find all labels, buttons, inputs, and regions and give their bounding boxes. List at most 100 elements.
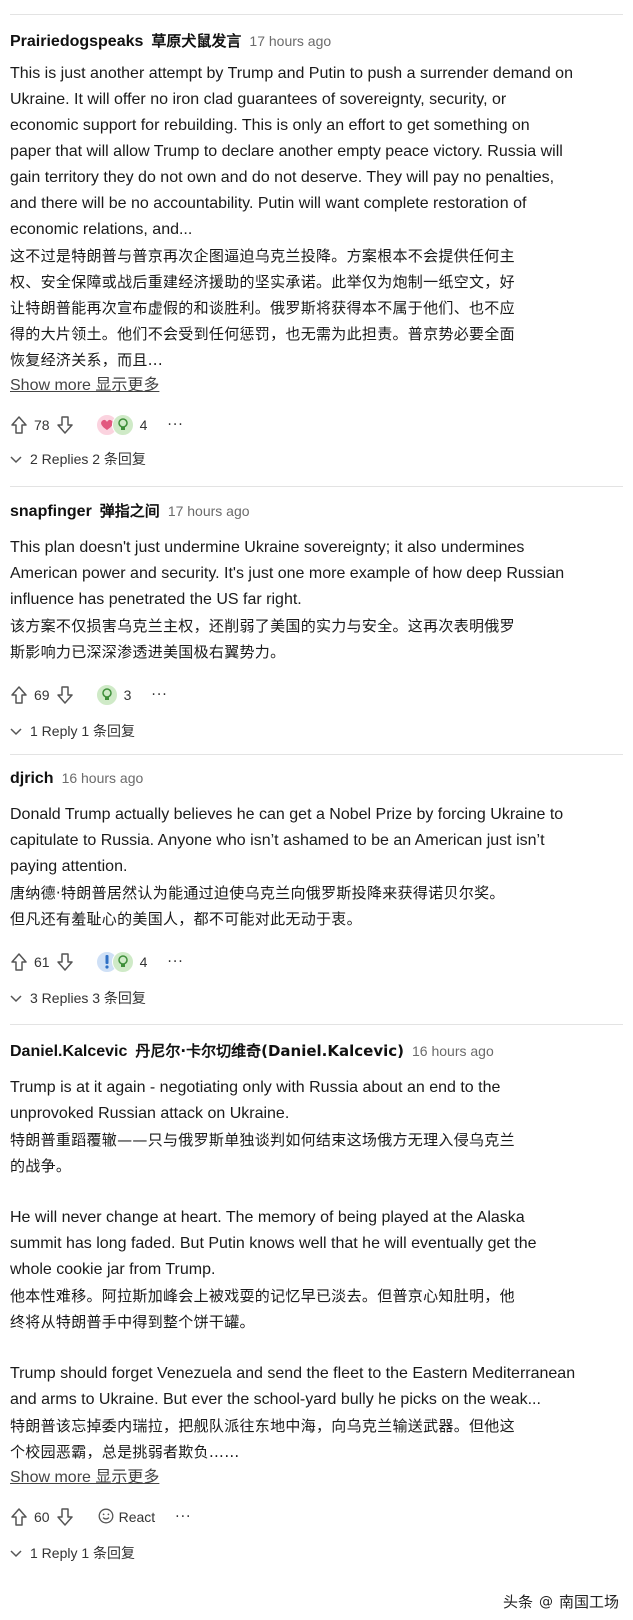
text-line: 这不过是特朗普与普京再次企图逼迫乌克兰投降。方案根本不会提供任何主 <box>10 247 515 265</box>
lightbulb-reaction-icon <box>95 684 118 706</box>
text-line: 但凡还有羞耻心的美国人，都不可能对此无动于衷。 <box>10 910 362 928</box>
divider <box>10 1024 623 1025</box>
more-options-icon[interactable]: ··· <box>175 1509 191 1525</box>
comment-text-cn: 特朗普重蹈覆辙——只与俄罗斯单独谈判如何结束这场俄方无理入侵乌克兰 的战争。 <box>10 1127 619 1179</box>
text-line: Donald Trump actually believes he can ge… <box>10 806 564 823</box>
watermark: 头条 @ 南国工场 <box>503 1591 619 1612</box>
text-line: American power and security. It's just o… <box>10 565 565 582</box>
text-line: summit has long faded. But Putin knows w… <box>10 1235 537 1252</box>
lightbulb-reaction-icon <box>111 951 134 973</box>
comment: Prairiedogspeaks 草原犬鼠发言 17 hours ago Thi… <box>10 30 619 469</box>
text-line: 特朗普重蹈覆辙——只与俄罗斯单独谈判如何结束这场俄方无理入侵乌克兰 <box>10 1131 515 1149</box>
chevron-down-icon <box>10 990 22 1006</box>
comment-text-cn: 该方案不仅损害乌克兰主权，还削弱了美国的实力与安全。这再次表明俄罗 斯影响力已深… <box>10 613 619 665</box>
divider <box>10 754 623 755</box>
comment-header: Daniel.Kalcevic 丹尼尔·卡尔切维奇(Daniel.Kalcevi… <box>10 1040 619 1061</box>
replies-label: 2 Replies 2 条回复 <box>30 451 146 467</box>
username[interactable]: Daniel.Kalcevic <box>10 1043 127 1061</box>
username[interactable]: djrich <box>10 770 54 788</box>
replies-label: 1 Reply 1 条回复 <box>30 1545 136 1561</box>
comment-text-cn: 他本性难移。阿拉斯加峰会上被戏耍的记忆早已淡去。但普京心知肚明，他 终将从特朗普… <box>10 1283 619 1335</box>
reaction-count: 3 <box>123 687 132 703</box>
username[interactable]: snapfinger <box>10 503 92 521</box>
chevron-down-icon <box>10 1545 22 1561</box>
upvote-arrow-icon[interactable] <box>10 415 28 435</box>
comment-body: Trump is at it again - negotiating only … <box>10 1075 619 1491</box>
downvote-arrow-icon[interactable] <box>56 952 74 972</box>
text-line: and there will be no accountability. Put… <box>10 195 527 212</box>
reactions[interactable]: 3 <box>95 684 132 706</box>
text-line: 唐纳德·特朗普居然认为能通过迫使乌克兰向俄罗斯投降来获得诺贝尔奖。 <box>10 884 505 902</box>
text-line: 特朗普该忘掉委内瑞拉，把舰队派往东地中海，向乌克兰输送武器。但他这 <box>10 1417 515 1435</box>
more-options-icon[interactable]: ··· <box>167 417 183 433</box>
comment-header: Prairiedogspeaks 草原犬鼠发言 17 hours ago <box>10 30 619 51</box>
timestamp[interactable]: 16 hours ago <box>412 1043 494 1059</box>
comment-text-cn: 特朗普该忘掉委内瑞拉，把舰队派往东地中海，向乌克兰输送武器。但他这 个校园恶霸，… <box>10 1413 619 1465</box>
upvote-arrow-icon[interactable] <box>10 1507 28 1527</box>
text-line: unprovoked Russian attack on Ukraine. <box>10 1105 290 1122</box>
comment: djrich 16 hours ago Donald Trump actuall… <box>10 770 619 1008</box>
react-label: React <box>118 1509 156 1525</box>
username-translation: 丹尼尔·卡尔切维奇(Daniel.Kalcevic) <box>135 1042 404 1060</box>
reaction-count: 4 <box>139 417 148 433</box>
downvote-arrow-icon[interactable] <box>56 685 74 705</box>
replies-toggle[interactable]: 2 Replies 2 条回复 <box>10 449 619 469</box>
reactions[interactable]: 4 <box>95 414 148 436</box>
lightbulb-reaction-icon <box>111 414 134 436</box>
comment: snapfinger 弹指之间 17 hours ago This plan d… <box>10 500 619 741</box>
reactions[interactable]: 4 <box>95 951 148 973</box>
text-line: 个校园恶霸，总是挑弱者欺负…… <box>10 1443 240 1461</box>
timestamp[interactable]: 17 hours ago <box>249 33 331 49</box>
vote-group: 69 <box>10 685 74 705</box>
timestamp[interactable]: 17 hours ago <box>168 503 250 519</box>
comment-text-cn: 唐纳德·特朗普居然认为能通过迫使乌克兰向俄罗斯投降来获得诺贝尔奖。 但凡还有羞耻… <box>10 880 619 932</box>
text-line: economic relations, and... <box>10 221 193 238</box>
show-more-link[interactable]: Show more 显示更多 <box>10 1465 159 1491</box>
comment-body: Donald Trump actually believes he can ge… <box>10 802 619 932</box>
more-options-icon[interactable]: ··· <box>167 954 183 970</box>
comment-actions: 60 React ··· <box>10 1503 619 1531</box>
text-line: capitulate to Russia. Anyone who isn’t a… <box>10 832 545 849</box>
replies-toggle[interactable]: 1 Reply 1 条回复 <box>10 721 619 741</box>
replies-label: 3 Replies 3 条回复 <box>30 990 146 1006</box>
text-line: 权、安全保障或战后重建经济援助的坚实承诺。此举仅为炮制一纸空文，好 <box>10 273 515 291</box>
username-translation: 草原犬鼠发言 <box>151 32 242 50</box>
text-line: 得的大片领土。他们不会受到任何惩罚，也无需为此担责。普京势必要全面 <box>10 325 515 343</box>
divider <box>10 486 623 487</box>
vote-group: 60 <box>10 1507 74 1527</box>
upvote-arrow-icon[interactable] <box>10 685 28 705</box>
vote-count: 78 <box>34 417 50 433</box>
text-line: and arms to Ukraine. But ever the school… <box>10 1391 541 1408</box>
comment-actions: 69 3 ··· <box>10 681 619 709</box>
downvote-arrow-icon[interactable] <box>56 1507 74 1527</box>
downvote-arrow-icon[interactable] <box>56 415 74 435</box>
text-line: He will never change at heart. The memor… <box>10 1209 525 1226</box>
text-line: 该方案不仅损害乌克兰主权，还削弱了美国的实力与安全。这再次表明俄罗 <box>10 617 515 635</box>
vote-count: 60 <box>34 1509 50 1525</box>
comment-body: This is just another attempt by Trump an… <box>10 61 619 399</box>
comment-text-en: Trump is at it again - negotiating only … <box>10 1075 619 1127</box>
replies-toggle[interactable]: 1 Reply 1 条回复 <box>10 1543 619 1563</box>
text-line: This plan doesn't just undermine Ukraine… <box>10 539 525 556</box>
show-more-link[interactable]: Show more 显示更多 <box>10 373 159 399</box>
comment-text-en: Donald Trump actually believes he can ge… <box>10 802 619 880</box>
text-line: 让特朗普能再次宣布虚假的和谈胜利。俄罗斯将获得本不属于他们、也不应 <box>10 299 515 317</box>
chevron-down-icon <box>10 723 22 739</box>
comment-text-en: He will never change at heart. The memor… <box>10 1205 619 1283</box>
reaction-count: 4 <box>139 954 148 970</box>
timestamp[interactable]: 16 hours ago <box>62 770 144 786</box>
comment-header: snapfinger 弹指之间 17 hours ago <box>10 500 619 521</box>
text-line: economic support for rebuilding. This is… <box>10 117 530 134</box>
smiley-icon <box>98 1508 114 1527</box>
react-button[interactable]: React <box>98 1508 156 1527</box>
username[interactable]: Prairiedogspeaks <box>10 33 143 51</box>
upvote-arrow-icon[interactable] <box>10 952 28 972</box>
replies-toggle[interactable]: 3 Replies 3 条回复 <box>10 988 619 1008</box>
vote-group: 78 <box>10 415 74 435</box>
text-line: This is just another attempt by Trump an… <box>10 65 573 82</box>
comments-feed: Prairiedogspeaks 草原犬鼠发言 17 hours ago Thi… <box>0 0 633 1620</box>
text-line: 斯影响力已深深渗透进美国极右翼势力。 <box>10 643 286 661</box>
text-line: 的战争。 <box>10 1157 72 1175</box>
more-options-icon[interactable]: ··· <box>151 687 167 703</box>
